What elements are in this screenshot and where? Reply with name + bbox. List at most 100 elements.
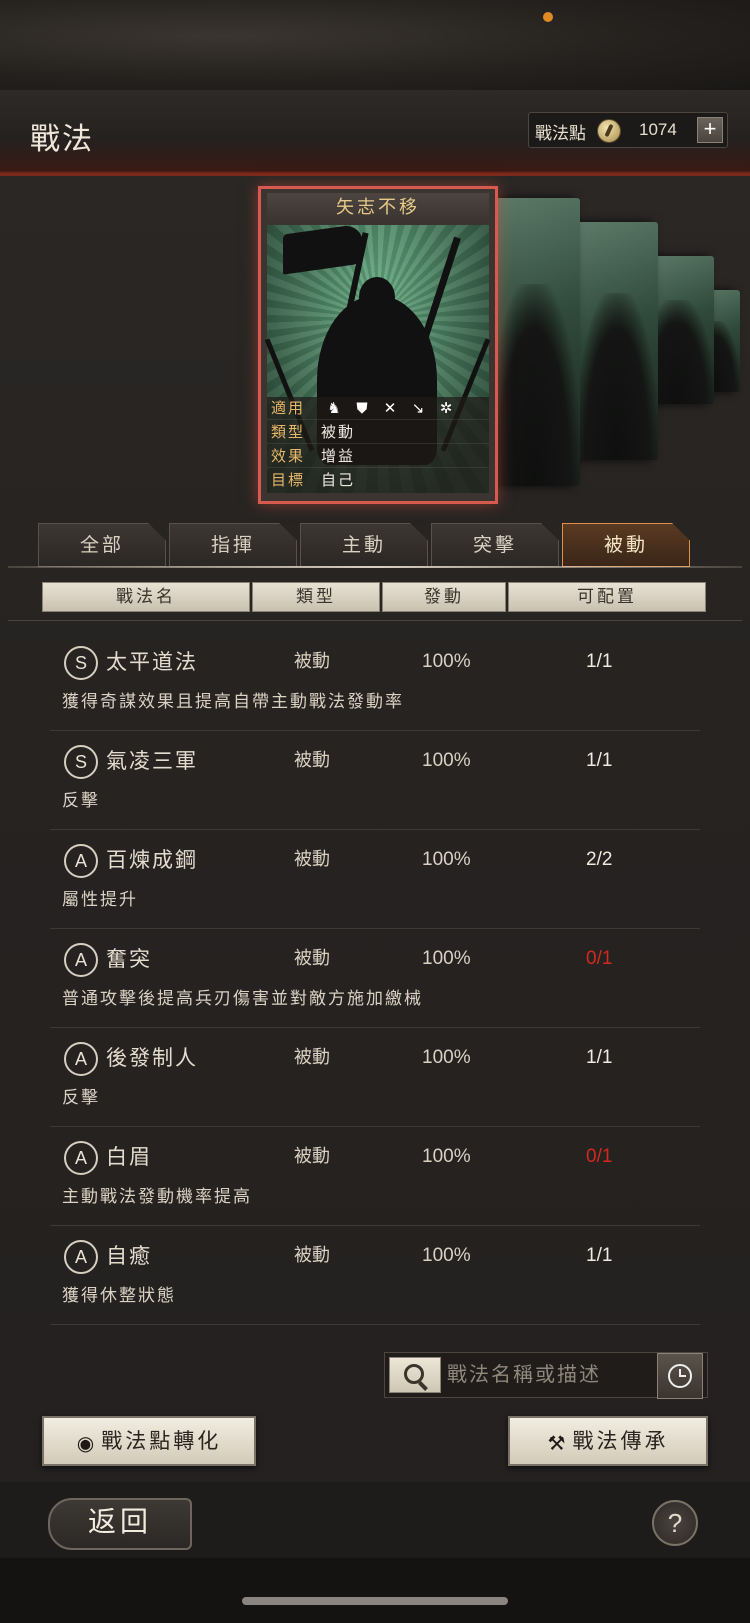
help-button[interactable]: ? <box>652 1500 698 1546</box>
grade-badge: A <box>64 1042 98 1076</box>
grade-badge: A <box>64 943 98 977</box>
tactic-config-count: 2/2 <box>586 849 613 870</box>
divider <box>8 620 742 621</box>
tactic-config-count: 1/1 <box>586 750 613 771</box>
featured-card-info: 適用 ♞ ⛊ ✕ ↘ ✲ 類型 被動 效果 增益 目標 自己 <box>267 397 489 493</box>
tab-command[interactable]: 指揮 <box>169 523 297 567</box>
tactic-description: 獲得奇謀效果且提高自帶主動戰法發動率 <box>62 692 404 712</box>
grade-badge: S <box>64 745 98 779</box>
tactic-description: 反擊 <box>62 1088 100 1108</box>
page-header: 戰法 戰法點 1074 + <box>0 90 750 176</box>
tactic-name: 自癒 <box>106 1244 152 1268</box>
tactic-rate: 100% <box>422 849 471 870</box>
tactic-description: 獲得休整狀態 <box>62 1286 176 1306</box>
tactic-type: 被動 <box>294 1245 330 1266</box>
wheel-icon: ✲ <box>439 399 453 417</box>
tactic-inherit-button[interactable]: ⚒ 戰法傳承 <box>508 1416 708 1466</box>
tactic-rate: 100% <box>422 1245 471 1266</box>
top-decor-band <box>0 0 750 90</box>
tab-all[interactable]: 全部 <box>38 523 166 567</box>
tactic-list: S 太平道法 被動 100% 1/1 獲得奇謀效果且提高自帶主動戰法發動率 S … <box>50 632 700 1325</box>
tactic-row[interactable]: A 後發制人 被動 100% 1/1 反擊 <box>50 1028 700 1127</box>
tactic-name: 百煉成鋼 <box>106 848 198 872</box>
grade-badge: A <box>64 1240 98 1274</box>
grade-badge: A <box>64 1141 98 1175</box>
tab-passive[interactable]: 被動 <box>562 523 690 567</box>
category-tabs: 全部 指揮 主動 突擊 被動 <box>38 523 698 567</box>
spear-icon: ↘ <box>411 399 425 417</box>
cavalry-icon: ♞ <box>327 399 341 417</box>
tactic-row[interactable]: A 白眉 被動 100% 0/1 主動戰法發動機率提高 <box>50 1127 700 1226</box>
tactic-description: 主動戰法發動機率提高 <box>62 1187 252 1207</box>
tactic-name: 太平道法 <box>106 650 198 674</box>
clock-icon <box>668 1364 692 1388</box>
page-title: 戰法 <box>30 122 94 157</box>
tactic-name: 氣凌三軍 <box>106 749 198 773</box>
bow-icon: ✕ <box>383 399 397 417</box>
grade-badge: S <box>64 646 98 680</box>
tactic-name: 後發制人 <box>106 1046 198 1070</box>
tab-underline <box>8 566 742 568</box>
tactic-config-count: 1/1 <box>586 1047 613 1068</box>
tactic-config-count: 0/1 <box>586 948 613 969</box>
tactic-name: 白眉 <box>106 1145 152 1169</box>
tactic-description: 普通攻擊後提高兵刃傷害並對敵方施加繳械 <box>62 989 423 1009</box>
tactic-config-count: 1/1 <box>586 651 613 672</box>
tactic-row[interactable]: A 自癒 被動 100% 1/1 獲得休整狀態 <box>50 1226 700 1325</box>
tactic-row[interactable]: A 百煉成鋼 被動 100% 2/2 屬性提升 <box>50 830 700 929</box>
tactic-config-count: 0/1 <box>586 1146 613 1167</box>
tactic-rate: 100% <box>422 948 471 969</box>
card-info-value: 自己 <box>321 471 356 489</box>
convert-points-button[interactable]: ◉ 戰法點轉化 <box>42 1416 256 1466</box>
tactic-description: 屬性提升 <box>62 890 138 910</box>
tactic-row[interactable]: S 太平道法 被動 100% 1/1 獲得奇謀效果且提高自帶主動戰法發動率 <box>50 632 700 731</box>
card-info-key: 效果 <box>271 447 306 465</box>
tab-active[interactable]: 主動 <box>300 523 428 567</box>
tactic-row[interactable]: S 氣凌三軍 被動 100% 1/1 反擊 <box>50 731 700 830</box>
column-headers: 戰法名 類型 發動 可配置 <box>42 582 712 612</box>
column-header-type[interactable]: 類型 <box>252 582 380 612</box>
tactic-points-box: 戰法點 1074 + <box>528 112 728 148</box>
tactic-point-coin-icon <box>597 119 621 143</box>
shield-icon: ⛊ <box>356 399 368 417</box>
tactic-type: 被動 <box>294 849 330 870</box>
column-header-name[interactable]: 戰法名 <box>42 582 250 612</box>
search-input[interactable] <box>447 1357 647 1391</box>
tactic-points-value: 1074 <box>639 120 677 139</box>
featured-card-title: 矢志不移 <box>267 193 489 223</box>
tactic-type: 被動 <box>294 750 330 771</box>
back-button[interactable]: 返回 <box>48 1498 192 1550</box>
tactic-inherit-label: 戰法傳承 <box>572 1429 669 1453</box>
tactic-type: 被動 <box>294 1047 330 1068</box>
tactic-type: 被動 <box>294 651 330 672</box>
tactic-rate: 100% <box>422 651 471 672</box>
card-info-key: 目標 <box>271 471 306 489</box>
tactic-row[interactable]: A 奮突 被動 100% 0/1 普通攻擊後提高兵刃傷害並對敵方施加繳械 <box>50 929 700 1028</box>
home-indicator <box>242 1597 508 1605</box>
tactic-points-label: 戰法點 <box>535 124 586 144</box>
grade-badge: A <box>64 844 98 878</box>
tactic-rate: 100% <box>422 750 471 771</box>
tactic-name: 奮突 <box>106 947 152 971</box>
tactic-card-back-2 <box>576 222 658 460</box>
hammer-icon: ⚒ <box>547 1430 569 1455</box>
card-info-key: 類型 <box>271 423 306 441</box>
search-button[interactable] <box>389 1357 441 1393</box>
tab-assault[interactable]: 突擊 <box>431 523 559 567</box>
card-info-key: 適用 <box>271 399 306 417</box>
featured-tactic-card[interactable]: 矢志不移 適用 ♞ ⛊ ✕ ↘ ✲ 類型 被動 效果 增益 目標 自己 <box>258 186 498 504</box>
flame-icon: ◉ <box>76 1430 98 1455</box>
tactic-rate: 100% <box>422 1047 471 1068</box>
search-icon <box>404 1364 424 1384</box>
column-header-rate[interactable]: 發動 <box>382 582 506 612</box>
history-button[interactable] <box>657 1353 703 1399</box>
card-info-value: 被動 <box>321 423 356 441</box>
applicable-arms: ♞ ⛊ ✕ ↘ ✲ <box>325 399 455 417</box>
add-points-button[interactable]: + <box>697 117 723 143</box>
tactic-type: 被動 <box>294 948 330 969</box>
status-indicator-dot <box>543 12 553 22</box>
tactic-config-count: 1/1 <box>586 1245 613 1266</box>
tactic-card-back-1[interactable] <box>488 198 580 486</box>
tactic-rate: 100% <box>422 1146 471 1167</box>
column-header-config[interactable]: 可配置 <box>508 582 706 612</box>
